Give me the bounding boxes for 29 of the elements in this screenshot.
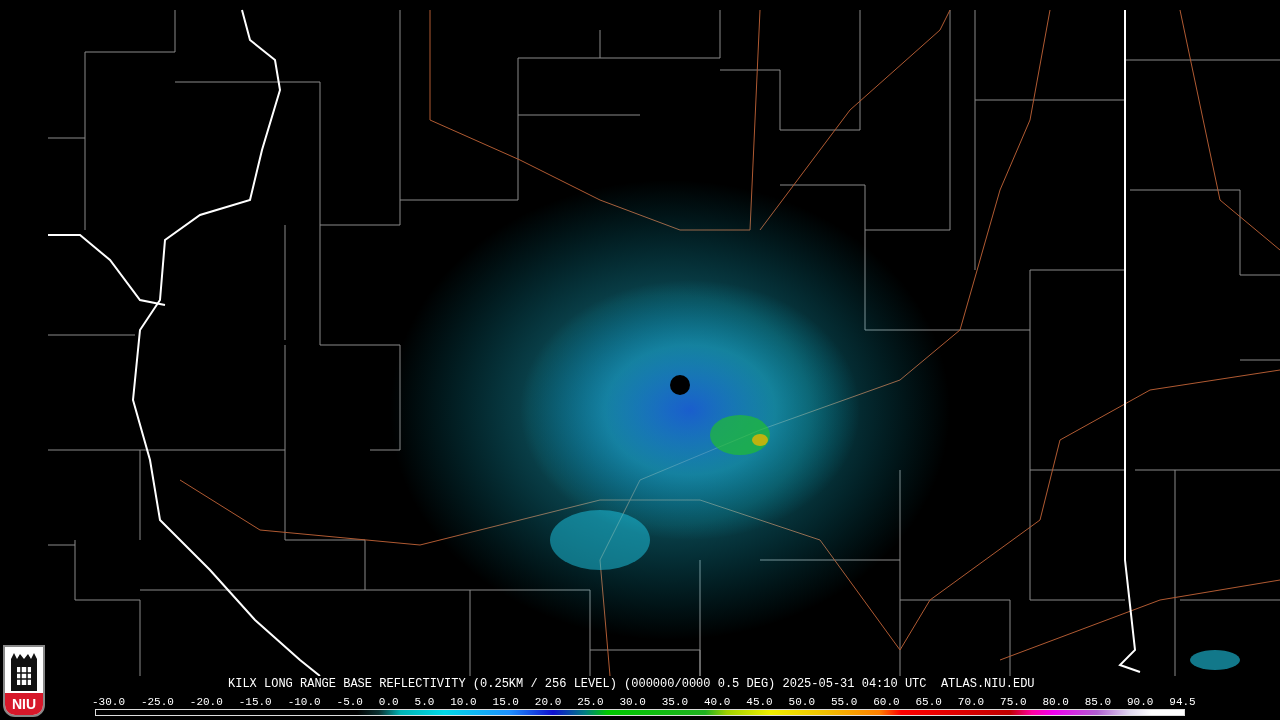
scale-label: -10.0 bbox=[287, 696, 321, 708]
scale-label: -5.0 bbox=[336, 696, 363, 708]
scale-label: 60.0 bbox=[873, 696, 900, 708]
scale-label: -30.0 bbox=[92, 696, 125, 708]
scale-label: 70.0 bbox=[957, 696, 985, 708]
scale-label: 45.0 bbox=[746, 696, 773, 708]
tower-icon bbox=[9, 653, 39, 691]
scale-label: 80.0 bbox=[1042, 696, 1069, 708]
scale-label: 50.0 bbox=[788, 696, 815, 708]
scale-label: 30.0 bbox=[619, 696, 646, 708]
scale-label: 15.0 bbox=[492, 696, 519, 708]
scale-label: 20.0 bbox=[534, 696, 562, 708]
scale-label: -25.0 bbox=[140, 696, 174, 708]
scale-label: 5.0 bbox=[414, 696, 435, 708]
scale-label: 55.0 bbox=[830, 696, 858, 708]
scale-label: 35.0 bbox=[661, 696, 689, 708]
product-title: KILX LONG RANGE BASE REFLECTIVITY (0.25KM / 256 LEVEL) (000000/0000 0.5 DEG) 2025-05-31 04:10 UTC ATLAS.NIU.EDU bbox=[228, 677, 1035, 691]
scale-label: 40.0 bbox=[704, 696, 731, 708]
scale-label: 90.0 bbox=[1127, 696, 1154, 708]
scale-label: 25.0 bbox=[577, 696, 604, 708]
logo-text: NIU bbox=[5, 693, 43, 715]
scale-label: 65.0 bbox=[915, 696, 942, 708]
scale-label: -15.0 bbox=[238, 696, 272, 708]
scale-label: 75.0 bbox=[1000, 696, 1027, 708]
scale-label: 94.5 bbox=[1169, 696, 1196, 708]
scale-label: 85.0 bbox=[1084, 696, 1112, 708]
scale-label: 0.0 bbox=[378, 696, 399, 708]
scale-label: -20.0 bbox=[189, 696, 223, 708]
scale-label: 10.0 bbox=[450, 696, 477, 708]
